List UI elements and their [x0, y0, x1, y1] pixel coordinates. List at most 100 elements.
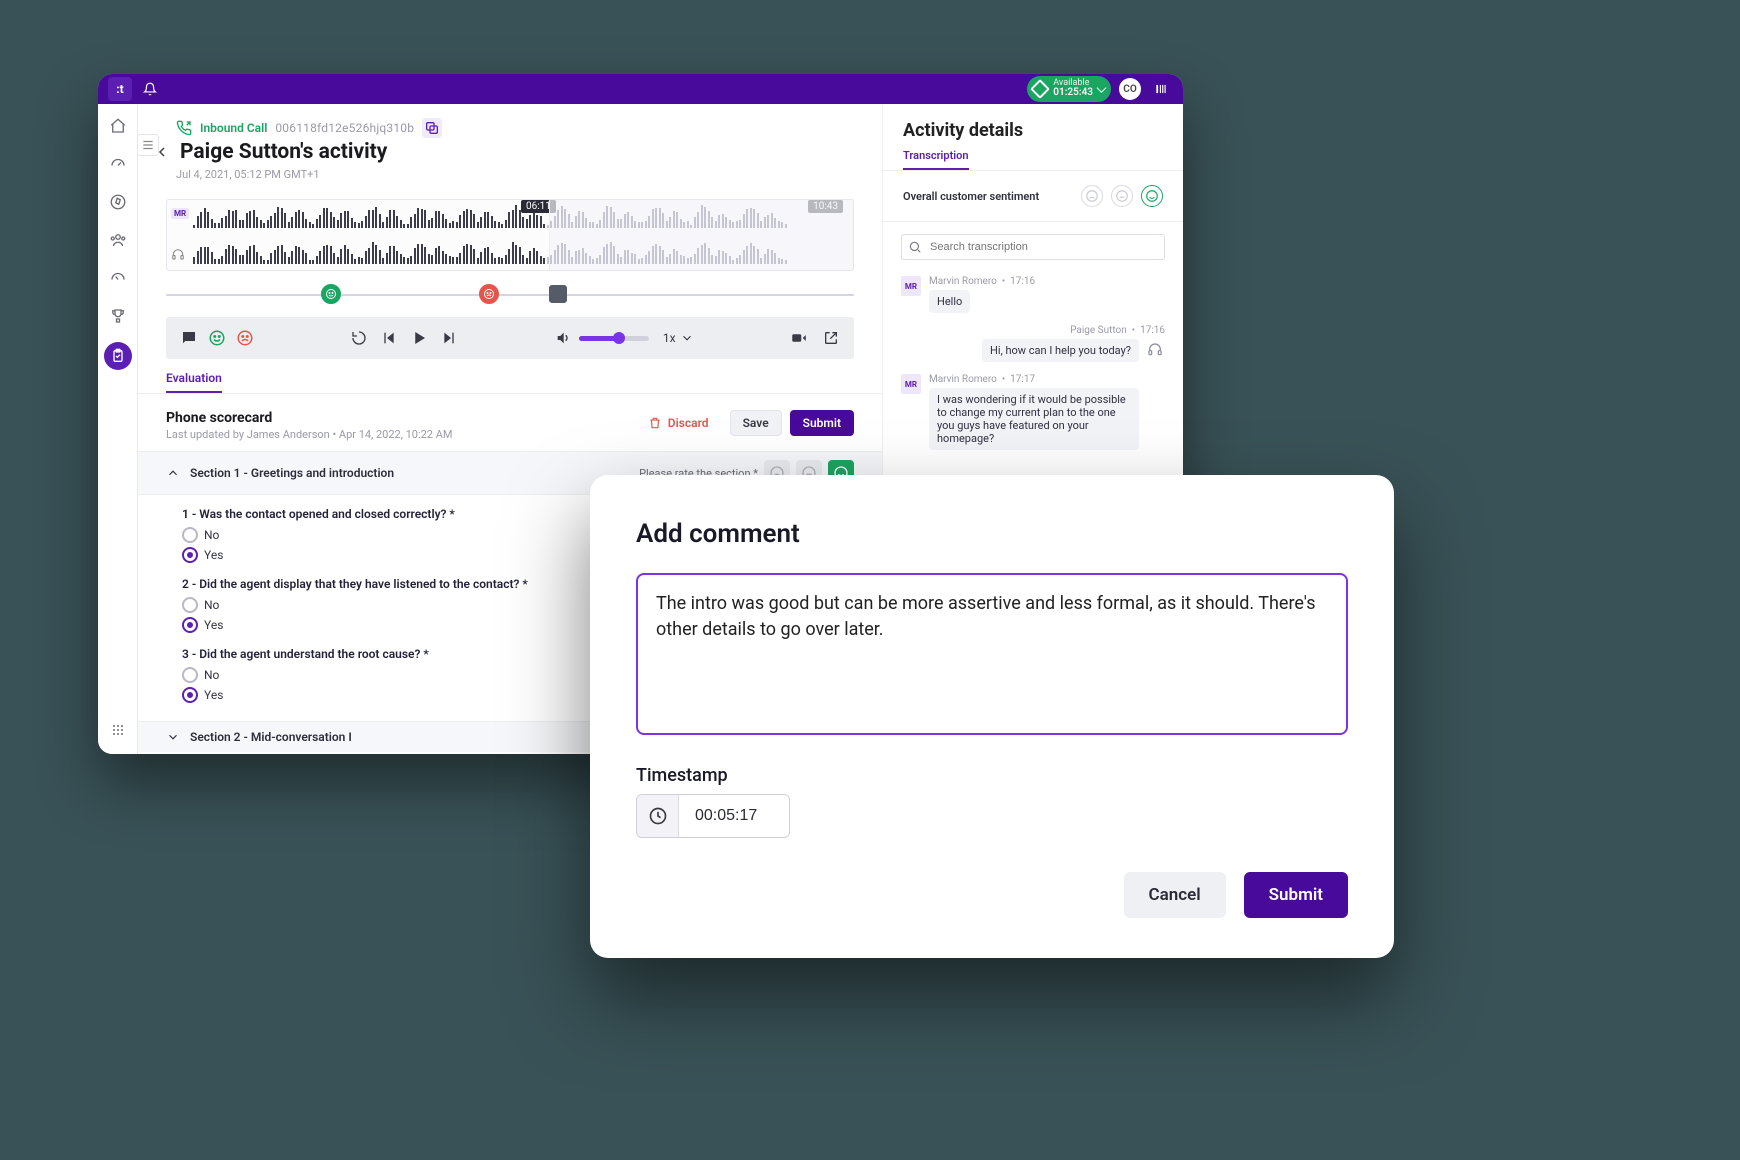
scorecard-title: Phone scorecard: [166, 410, 453, 426]
q3-no-label: No: [204, 668, 219, 682]
overall-sentiment-row: Overall customer sentiment: [883, 171, 1183, 222]
q2-no-radio[interactable]: [182, 597, 198, 613]
section-1-title: Section 1 - Greetings and introduction: [190, 466, 394, 480]
call-type: Inbound Call: [200, 121, 267, 135]
page-title: Paige Sutton's activity: [180, 140, 387, 164]
overall-neutral-icon[interactable]: [1111, 185, 1133, 207]
user-avatar[interactable]: CO: [1119, 78, 1141, 100]
main-tabs: Evaluation: [138, 359, 882, 394]
transcript-msg-3: MR Marvin Romero • 17:17 I was wondering…: [901, 374, 1165, 450]
add-comment-modal: Add comment Timestamp Cancel Submit: [590, 475, 1394, 958]
modal-submit-button[interactable]: Submit: [1244, 872, 1348, 918]
sentiment-node-end[interactable]: [549, 285, 567, 303]
popout-icon[interactable]: [822, 329, 840, 347]
scorecard-header: Phone scorecard Last updated by James An…: [138, 394, 882, 451]
comment-icon[interactable]: [180, 329, 198, 347]
nav-perf-icon[interactable]: [106, 266, 130, 290]
nav-trophy-icon[interactable]: [106, 304, 130, 328]
q2-yes-label: Yes: [204, 618, 223, 632]
status-time: 01:25:43: [1053, 88, 1093, 99]
discard-button[interactable]: Discard: [635, 410, 722, 436]
transcription-search: [901, 234, 1165, 260]
overall-positive-icon[interactable]: [1141, 185, 1163, 207]
face-positive-icon[interactable]: [208, 329, 226, 347]
page-timestamp: Jul 4, 2021, 05:12 PM GMT+1: [176, 168, 854, 181]
q1-yes-label: Yes: [204, 548, 223, 562]
section-2-title: Section 2 - Mid-conversation I: [190, 730, 352, 744]
transcript-msg-1: MR Marvin Romero • 17:16 Hello: [901, 276, 1165, 313]
timestamp-field: [636, 794, 790, 838]
tab-transcription[interactable]: Transcription: [903, 149, 969, 170]
nav-evaluation-icon[interactable]: [104, 342, 132, 370]
nav-home-icon[interactable]: [106, 114, 130, 138]
player-bar: 1x: [166, 317, 854, 359]
skip-back-icon[interactable]: [380, 329, 398, 347]
app-logo[interactable]: :t: [108, 77, 132, 101]
playback-speed[interactable]: 1x: [663, 331, 676, 345]
notification-icon[interactable]: [138, 77, 162, 101]
replay-icon[interactable]: [350, 329, 368, 347]
nav-people-icon[interactable]: [106, 228, 130, 252]
nav-apps-icon[interactable]: [106, 718, 130, 742]
submit-button[interactable]: Submit: [790, 410, 854, 436]
sentiment-node-negative[interactable]: [479, 284, 499, 304]
overall-negative-icon[interactable]: [1081, 185, 1103, 207]
q1-yes-radio[interactable]: [182, 547, 198, 563]
timestamp-label: Timestamp: [636, 765, 1348, 786]
overall-sentiment-label: Overall customer sentiment: [903, 190, 1039, 203]
sentiment-node-positive[interactable]: [321, 284, 341, 304]
play-icon[interactable]: [410, 329, 428, 347]
inbound-call-icon: [176, 120, 192, 136]
q3-no-radio[interactable]: [182, 667, 198, 683]
call-id: 006118fd12e526hjq310b: [275, 121, 414, 135]
volume-control[interactable]: [555, 330, 649, 346]
q3-yes-label: Yes: [204, 688, 223, 702]
sentiment-bar[interactable]: [166, 281, 854, 307]
q1-no-radio[interactable]: [182, 527, 198, 543]
volume-icon: [555, 330, 571, 346]
headset-icon: [1147, 342, 1165, 360]
scorecard-subtitle: Last updated by James Anderson • Apr 14,…: [166, 428, 453, 441]
discard-label: Discard: [668, 416, 709, 430]
headset-icon: [171, 248, 185, 262]
transcription-search-input[interactable]: [901, 234, 1165, 260]
modal-cancel-button[interactable]: Cancel: [1124, 872, 1226, 918]
msg-1-text: Hello: [929, 290, 970, 313]
sidepanel-toggle-icon[interactable]: [1149, 77, 1173, 101]
availability-status[interactable]: Available 01:25:43: [1027, 76, 1111, 102]
skip-fwd-icon[interactable]: [440, 329, 458, 347]
transcript-msg-2: Paige Sutton • 17:16 Hi, how can I help …: [901, 325, 1165, 362]
diamond-icon: [1030, 79, 1050, 99]
q2-no-label: No: [204, 598, 219, 612]
timestamp-input[interactable]: [679, 795, 789, 837]
face-negative-icon[interactable]: [236, 329, 254, 347]
copy-id-button[interactable]: [422, 118, 442, 138]
trash-icon: [648, 416, 662, 430]
video-icon[interactable]: [790, 329, 808, 347]
activity-details-title: Activity details: [883, 104, 1183, 147]
page-header: Inbound Call 006118fd12e526hjq310b Paige…: [138, 104, 882, 187]
msg-2-text: Hi, how can I help you today?: [982, 339, 1139, 362]
collapse-sidebar-button[interactable]: [137, 134, 159, 156]
side-nav: [98, 104, 138, 754]
q1-no-label: No: [204, 528, 219, 542]
chevron-down-icon[interactable]: [680, 331, 694, 345]
nav-dashboard-icon[interactable]: [106, 152, 130, 176]
chevron-down-icon: [166, 730, 180, 744]
top-bar: :t Available 01:25:43 CO: [98, 74, 1183, 104]
transcription-list: MR Marvin Romero • 17:16 Hello Paige Sut…: [883, 272, 1183, 466]
tab-evaluation[interactable]: Evaluation: [166, 367, 222, 393]
status-label: Available: [1053, 79, 1093, 88]
q2-yes-radio[interactable]: [182, 617, 198, 633]
waveform[interactable]: MR 06:11 10:43: [166, 199, 854, 271]
nav-explore-icon[interactable]: [106, 190, 130, 214]
waveform-agent-badge: MR: [171, 208, 189, 219]
modal-title: Add comment: [636, 519, 1348, 549]
chevron-up-icon: [166, 466, 180, 480]
volume-slider[interactable]: [579, 336, 649, 341]
comment-textarea[interactable]: [636, 573, 1348, 735]
save-button[interactable]: Save: [730, 410, 782, 436]
q3-yes-radio[interactable]: [182, 687, 198, 703]
msg-3-text: I was wondering if it would be possible …: [929, 388, 1139, 450]
msg-3-avatar: MR: [901, 374, 921, 394]
